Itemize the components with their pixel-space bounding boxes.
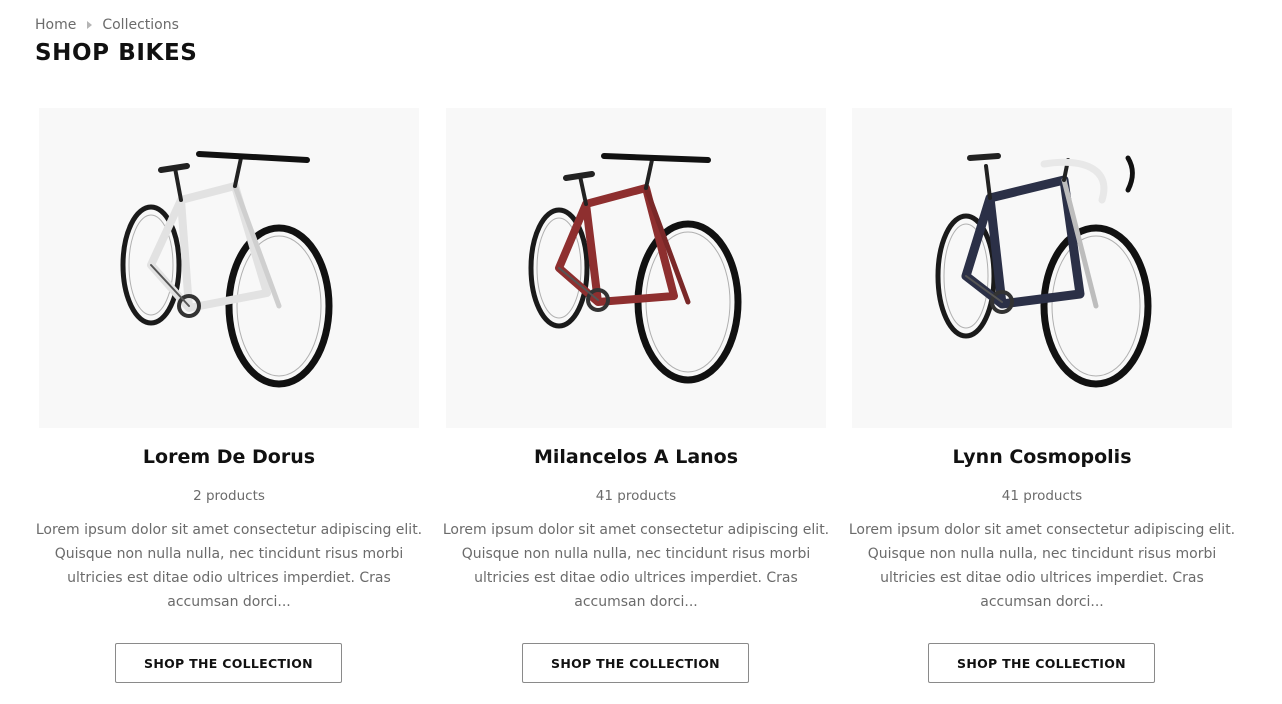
white-road-bike-icon [120, 151, 333, 388]
collection-description: Lorem ipsum dolor sit amet consectetur a… [442, 522, 830, 610]
navy-road-bike-icon [935, 153, 1152, 388]
collection-product-count: 2 products [193, 488, 265, 504]
collection-product-count: 41 products [1001, 488, 1083, 504]
collection-image[interactable] [852, 108, 1232, 428]
red-road-bike-icon [528, 153, 742, 384]
shop-collection-button[interactable]: SHOP THE COLLECTION [115, 643, 342, 683]
shop-collection-button[interactable]: SHOP THE COLLECTION [522, 643, 749, 683]
collection-description: Lorem ipsum dolor sit amet consectetur a… [848, 522, 1236, 610]
collection-title[interactable]: Milancelos A Lanos [442, 446, 830, 468]
collection-description: Lorem ipsum dolor sit amet consectetur a… [35, 522, 423, 610]
collection-image[interactable] [39, 108, 419, 428]
collection-title[interactable]: Lorem De Dorus [35, 446, 423, 468]
collection-title[interactable]: Lynn Cosmopolis [848, 446, 1236, 468]
collection-product-count: 41 products [595, 488, 677, 504]
shop-collection-button[interactable]: SHOP THE COLLECTION [928, 643, 1155, 683]
collection-image[interactable] [446, 108, 826, 428]
collections-grid: Lorem De Dorus 2 products Lorem ipsum do… [0, 0, 1282, 704]
